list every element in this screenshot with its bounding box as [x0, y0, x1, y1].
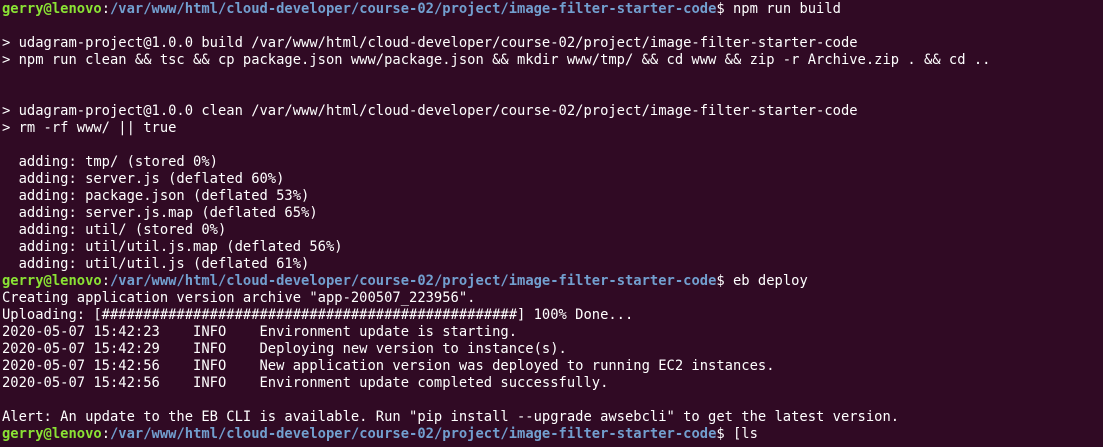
output-line: Creating application version archive "ap… — [2, 290, 476, 306]
prompt-path: /var/www/html/cloud-developer/course-02/… — [110, 426, 717, 442]
prompt-path: /var/www/html/cloud-developer/course-02/… — [110, 273, 717, 289]
prompt-line: gerry@lenovo:/var/www/html/cloud-develop… — [2, 273, 1103, 290]
prompt-symbol: $ — [716, 426, 725, 442]
output-line: adding: util/util.js (deflated 61%) — [2, 256, 310, 272]
prompt-line: gerry@lenovo:/var/www/html/cloud-develop… — [2, 1, 1103, 18]
output-line: Alert: An update to the EB CLI is availa… — [2, 409, 900, 425]
prompt-user-host: gerry@lenovo — [2, 1, 102, 17]
output-line: 2020-05-07 15:42:56 INFO New application… — [2, 358, 775, 374]
prompt-user-host: gerry@lenovo — [2, 273, 102, 289]
output-line: adding: package.json (deflated 53%) — [2, 188, 310, 204]
output-line: adding: util/ (stored 0%) — [2, 222, 227, 238]
prompt-symbol: $ — [716, 273, 725, 289]
prompt-separator: : — [101, 426, 110, 442]
output-line: > npm run clean && tsc && cp package.jso… — [2, 52, 991, 68]
output-line: Uploading: [############################… — [2, 307, 634, 323]
output-line: 2020-05-07 15:42:23 INFO Environment upd… — [2, 324, 517, 340]
output-line: 2020-05-07 15:42:56 INFO Environment upd… — [2, 375, 609, 391]
prompt-symbol: $ — [716, 1, 725, 17]
prompt-command: npm run build — [724, 1, 841, 17]
output-line: > udagram-project@1.0.0 build /var/www/h… — [2, 35, 858, 51]
output-line: > udagram-project@1.0.0 clean /var/www/h… — [2, 103, 858, 119]
output-line: adding: tmp/ (stored 0%) — [2, 154, 218, 170]
output-line: adding: server.js (deflated 60%) — [2, 171, 285, 187]
output-line: adding: server.js.map (deflated 65%) — [2, 205, 318, 221]
prompt-user-host: gerry@lenovo — [2, 426, 102, 442]
prompt-separator: : — [101, 1, 110, 17]
prompt-command: eb deploy — [724, 273, 808, 289]
prompt-command: [ls — [724, 426, 758, 442]
output-line: adding: util/util.js.map (deflated 56%) — [2, 239, 343, 255]
prompt-separator: : — [101, 273, 110, 289]
terminal-output[interactable]: gerry@lenovo:/var/www/html/cloud-develop… — [2, 1, 1103, 443]
prompt-path: /var/www/html/cloud-developer/course-02/… — [110, 1, 717, 17]
output-line: 2020-05-07 15:42:29 INFO Deploying new v… — [2, 341, 567, 357]
output-line: > rm -rf www/ || true — [2, 120, 177, 136]
prompt-line: gerry@lenovo:/var/www/html/cloud-develop… — [2, 426, 1103, 443]
